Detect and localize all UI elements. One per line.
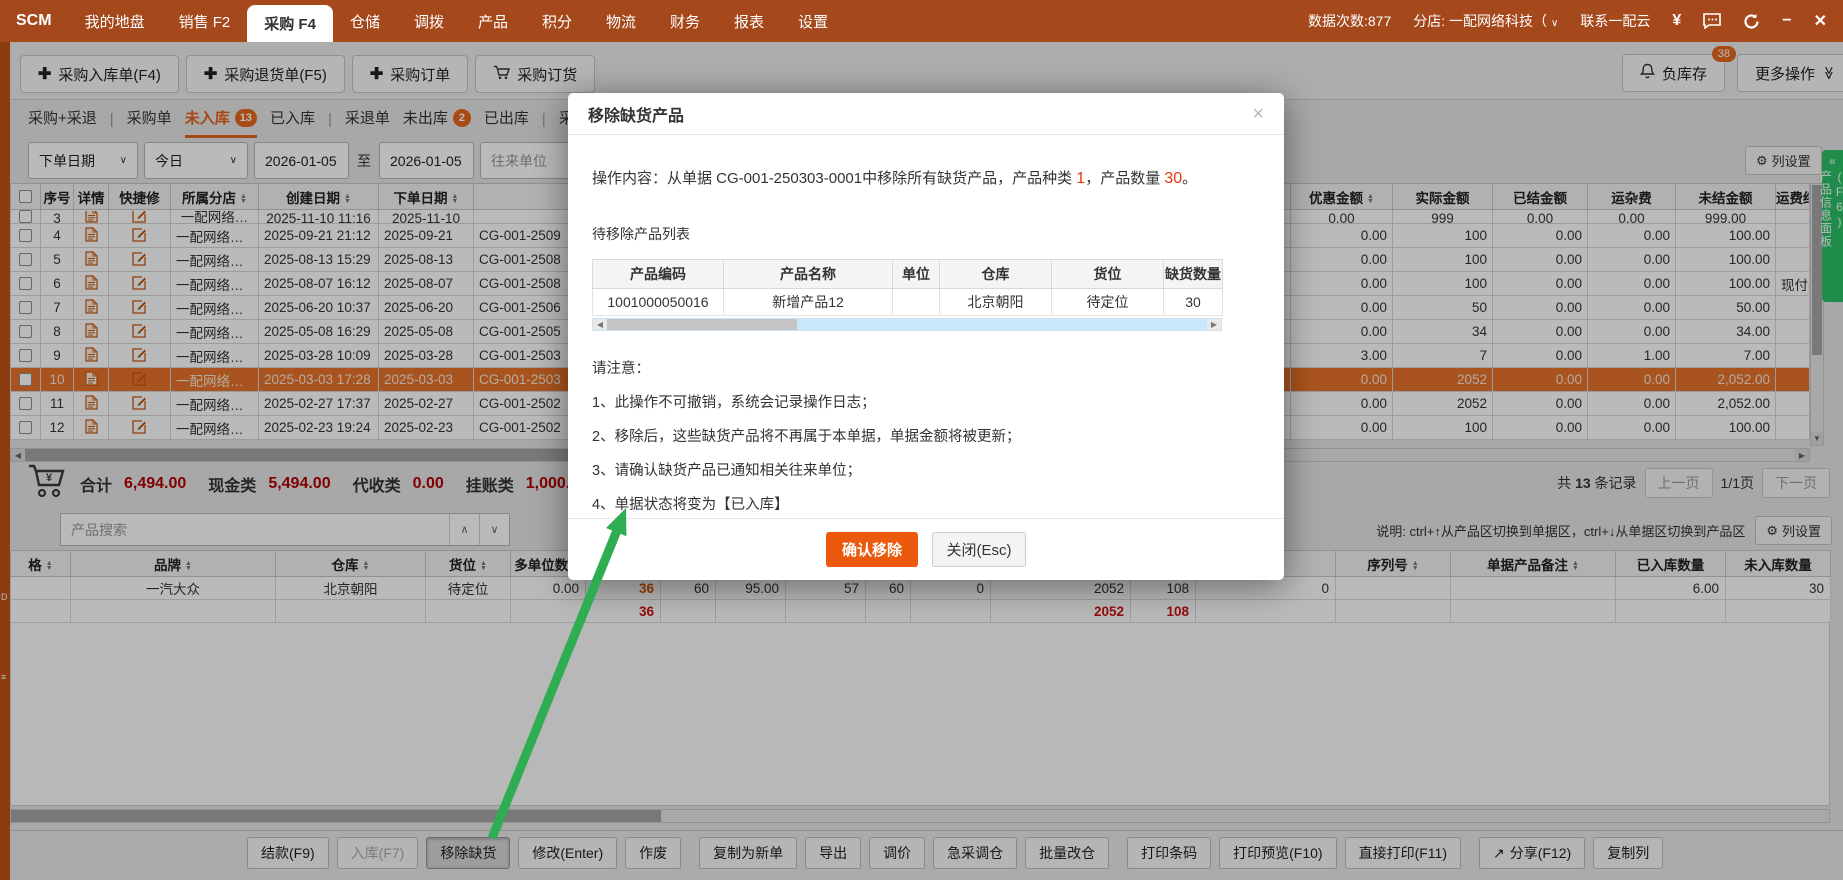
confirm-remove-button[interactable]: 确认移除 <box>826 532 918 567</box>
shortage-kind-count: 1 <box>1076 170 1085 187</box>
cell: 30 <box>1164 289 1223 316</box>
notice-title: 请注意： <box>592 357 1260 378</box>
top-nav: SCM我的地盘销售 F2采购 F4仓储调拨产品积分物流财务报表设置 数据次数:8… <box>0 0 1843 42</box>
dialog-table-scrollbar[interactable]: ◀ ▶ <box>592 318 1222 331</box>
cell: 北京朝阳 <box>940 289 1052 316</box>
cell <box>893 289 940 316</box>
operation-description: 操作内容：从单据 CG-001-250303-0001中移除所有缺货产品，产品种… <box>592 167 1260 188</box>
close-dialog-button[interactable]: 关闭(Esc) <box>932 532 1026 567</box>
chevron-down-icon: ∨ <box>1551 18 1558 29</box>
cell: 待定位 <box>1052 289 1164 316</box>
nav-item-积分[interactable]: 积分 <box>525 0 589 42</box>
shortage-qty: 30 <box>1164 170 1182 187</box>
column-header-货位: 货位 <box>1052 260 1164 289</box>
scroll-right-arrow-icon[interactable]: ▶ <box>1207 319 1221 330</box>
notice-item-2: 2、移除后，这些缺货产品将不再属于本单据，单据金额将被更新； <box>592 425 1260 446</box>
nav-item-产品[interactable]: 产品 <box>461 0 525 42</box>
dialog-footer: 确认移除 关闭(Esc) <box>568 518 1284 580</box>
remove-shortage-dialog: 移除缺货产品 × 操作内容：从单据 CG-001-250303-0001中移除所… <box>568 93 1284 580</box>
notice-item-4: 4、单据状态将变为【已入库】 <box>592 493 1260 514</box>
nav-item-销售-F2[interactable]: 销售 F2 <box>162 0 248 42</box>
nav-item-仓储[interactable]: 仓储 <box>333 0 397 42</box>
branch-selector[interactable]: 分店: 一配网络科技（∨ <box>1413 11 1558 31</box>
scm-app-window: SCM我的地盘销售 F2采购 F4仓储调拨产品积分物流财务报表设置 数据次数:8… <box>0 0 1843 880</box>
pending-list-label: 待移除产品列表 <box>592 224 1260 244</box>
cell: 新增产品12 <box>724 289 893 316</box>
close-window-icon[interactable]: ✕ <box>1814 11 1827 31</box>
cell: 1001000050016 <box>593 289 724 316</box>
shortage-products-table: 产品编码产品名称单位仓库货位缺货数量1001000050016新增产品12北京朝… <box>592 259 1223 316</box>
nav-item-设置[interactable]: 设置 <box>781 0 845 42</box>
dialog-header: 移除缺货产品 × <box>568 93 1284 135</box>
nav-item-调拨[interactable]: 调拨 <box>397 0 461 42</box>
nav-item-报表[interactable]: 报表 <box>717 0 781 42</box>
dialog-body: 操作内容：从单据 CG-001-250303-0001中移除所有缺货产品，产品种… <box>568 135 1284 514</box>
chat-icon[interactable] <box>1703 13 1721 29</box>
data-count-label: 数据次数:877 <box>1308 11 1391 31</box>
notice-item-1: 1、此操作不可撤销，系统会记录操作日志； <box>592 391 1260 412</box>
dialog-close-icon[interactable]: × <box>1252 104 1264 124</box>
column-header-产品名称: 产品名称 <box>724 260 893 289</box>
nav-item-财务[interactable]: 财务 <box>653 0 717 42</box>
column-header-缺货数量: 缺货数量 <box>1164 260 1223 289</box>
dialog-table-header-row: 产品编码产品名称单位仓库货位缺货数量 <box>593 260 1223 289</box>
nav-item-采购-F4[interactable]: 采购 F4 <box>247 5 333 42</box>
refresh-icon[interactable] <box>1743 13 1760 30</box>
nav-menu: SCM我的地盘销售 F2采购 F4仓储调拨产品积分物流财务报表设置 <box>0 0 845 42</box>
currency-icon[interactable]: ¥ <box>1672 12 1681 30</box>
notice-list: 1、此操作不可撤销，系统会记录操作日志； 2、移除后，这些缺货产品将不再属于本单据… <box>592 391 1260 514</box>
contact-link[interactable]: 联系一配云 <box>1580 11 1650 31</box>
dialog-title: 移除缺货产品 <box>588 102 684 126</box>
notice-item-3: 3、请确认缺货产品已通知相关往来单位； <box>592 459 1260 480</box>
column-header-仓库: 仓库 <box>940 260 1052 289</box>
column-header-单位: 单位 <box>893 260 940 289</box>
scroll-left-arrow-icon[interactable]: ◀ <box>593 319 607 330</box>
nav-item-物流[interactable]: 物流 <box>589 0 653 42</box>
nav-item-我的地盘[interactable]: 我的地盘 <box>68 0 162 42</box>
nav-item-SCM[interactable]: SCM <box>0 0 68 42</box>
minimize-icon[interactable]: − <box>1782 12 1791 30</box>
column-header-产品编码: 产品编码 <box>593 260 724 289</box>
shortage-product-row: 1001000050016新增产品12 北京朝阳待定位30 <box>593 289 1223 316</box>
nav-right-area: 数据次数:877 分店: 一配网络科技（∨ 联系一配云 ¥ − ✕ <box>1308 0 1843 42</box>
